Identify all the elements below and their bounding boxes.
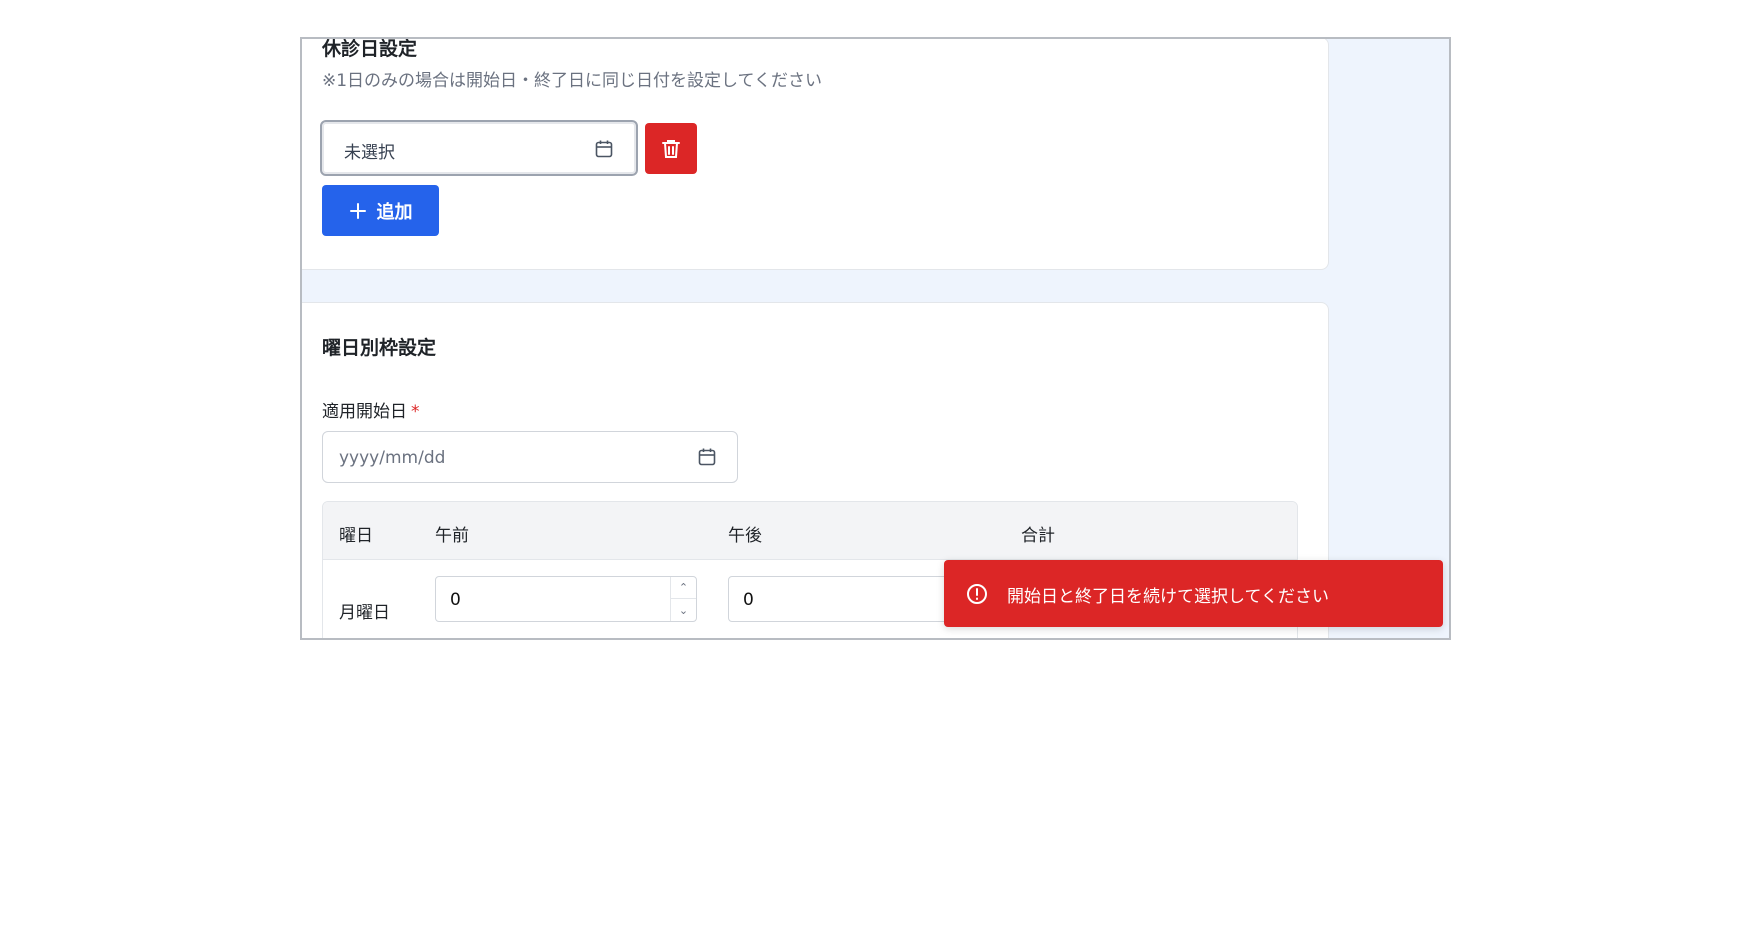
table-header: 曜日 午前 午後 合計 bbox=[323, 502, 1297, 560]
start-date-label: 適用開始日 * bbox=[322, 397, 420, 422]
chevron-up-icon[interactable]: ⌃ bbox=[671, 577, 696, 599]
calendar-icon bbox=[595, 140, 613, 158]
weekday-section-title: 曜日別枠設定 bbox=[322, 337, 437, 359]
start-date-input[interactable]: yyyy/mm/dd bbox=[322, 431, 738, 483]
start-date-placeholder: yyyy/mm/dd bbox=[339, 448, 446, 468]
chevron-down-icon[interactable]: ⌄ bbox=[671, 599, 696, 621]
am-slot-value: 0 bbox=[450, 590, 461, 610]
add-holiday-button[interactable]: 追加 bbox=[322, 185, 439, 236]
start-date-label-text: 適用開始日 bbox=[322, 402, 407, 422]
am-slot-input[interactable]: 0 ⌃ ⌄ bbox=[435, 576, 697, 622]
add-holiday-label: 追加 bbox=[376, 201, 413, 223]
holiday-note: ※1日のみの場合は開始日・終了日に同じ日付を設定してください bbox=[322, 71, 823, 91]
trash-icon bbox=[662, 139, 680, 158]
am-slot-stepper[interactable]: ⌃ ⌄ bbox=[670, 577, 696, 621]
required-mark: * bbox=[411, 402, 420, 422]
holiday-section-title: 休診日設定 bbox=[322, 38, 418, 60]
error-toast-message: 開始日と終了日を続けて選択してください bbox=[1007, 587, 1329, 607]
error-toast: 開始日と終了日を続けて選択してください bbox=[944, 560, 1443, 627]
plus-icon bbox=[349, 202, 366, 219]
delete-holiday-button[interactable] bbox=[645, 123, 697, 174]
holiday-date-value: 未選択 bbox=[344, 143, 395, 163]
holiday-date-range-picker[interactable]: 未選択 bbox=[320, 120, 638, 176]
header-day: 曜日 bbox=[339, 526, 373, 546]
row-day: 月曜日 bbox=[339, 603, 390, 623]
app-frame: 休診日設定 ※1日のみの場合は開始日・終了日に同じ日付を設定してください 未選択 bbox=[300, 37, 1451, 640]
header-am: 午前 bbox=[435, 526, 469, 546]
header-pm: 午後 bbox=[728, 526, 762, 546]
holiday-settings-card: 休診日設定 ※1日のみの場合は開始日・終了日に同じ日付を設定してください 未選択 bbox=[302, 38, 1329, 270]
header-total: 合計 bbox=[1021, 526, 1055, 546]
calendar-icon[interactable] bbox=[697, 447, 717, 467]
pm-slot-value: 0 bbox=[743, 590, 754, 610]
alert-circle-icon bbox=[967, 584, 987, 604]
